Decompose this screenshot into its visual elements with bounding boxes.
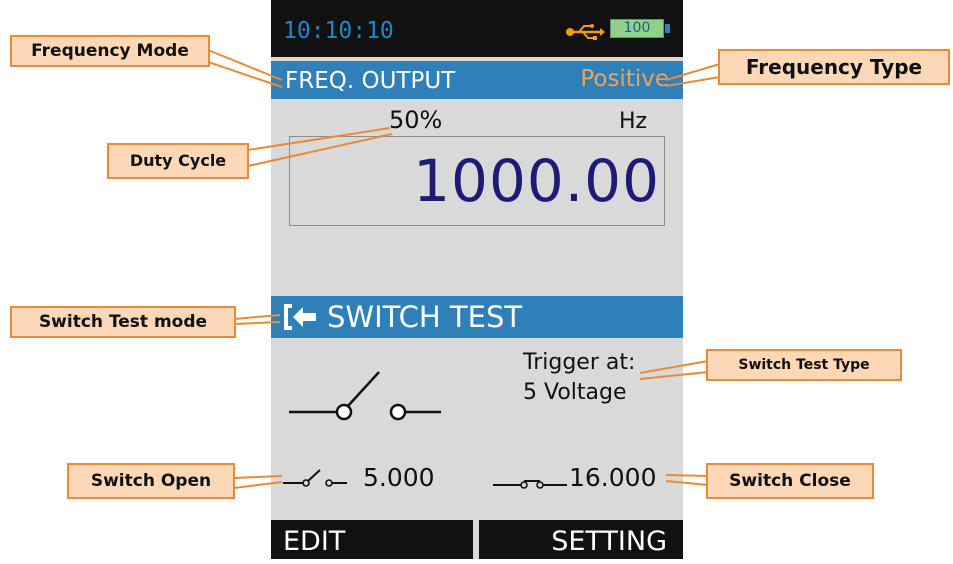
device-screen: 10:10:10 100 FREQ. OUTPUT Positive 50% H… [271, 0, 683, 559]
setting-softkey-label: SETTING [551, 526, 667, 557]
status-bar: 10:10:10 100 [271, 0, 683, 57]
frequency-unit: Hz [619, 109, 648, 134]
switch-test-header: SWITCH TEST [271, 296, 683, 338]
edit-softkey-label: EDIT [283, 526, 346, 557]
frequency-header: FREQ. OUTPUT Positive [271, 61, 683, 99]
callout-frequency-mode: Frequency Mode [10, 35, 210, 67]
switch-close-value: 16.000 [569, 463, 657, 492]
frequency-mode[interactable]: FREQ. OUTPUT [285, 67, 455, 95]
callout-switch-test-type: Switch Test Type [706, 349, 902, 381]
setting-softkey[interactable]: SETTING [479, 520, 683, 559]
open-switch-icon [289, 371, 441, 421]
edit-softkey[interactable]: EDIT [271, 520, 473, 559]
softkey-bar: EDIT SETTING [271, 520, 683, 559]
frequency-value: 1000.00 [413, 147, 660, 215]
callout-switch-open: Switch Open [67, 463, 235, 499]
switch-open-value: 5.000 [363, 463, 435, 492]
callout-frequency-type: Frequency Type [718, 49, 950, 85]
trigger-label: Trigger at: [523, 350, 636, 375]
battery-level: 100 [623, 20, 651, 36]
callout-duty-cycle: Duty Cycle [107, 143, 249, 179]
callout-switch-close: Switch Close [706, 463, 874, 499]
callout-switch-test-mode: Switch Test mode [10, 306, 236, 338]
switch-test-title: SWITCH TEST [327, 300, 523, 334]
battery-icon: 100 [610, 19, 672, 38]
switch-close-icon [493, 480, 567, 489]
switch-test-icon[interactable] [283, 304, 319, 330]
battery-tip [665, 24, 670, 33]
switch-open-icon [283, 469, 347, 487]
usb-icon [566, 24, 605, 40]
frequency-value-box[interactable]: 1000.00 [289, 136, 665, 226]
trigger-value: 5 Voltage [523, 380, 627, 405]
frequency-type[interactable]: Positive [580, 65, 669, 93]
clock: 10:10:10 [283, 18, 394, 44]
duty-cycle: 50% [389, 106, 443, 134]
